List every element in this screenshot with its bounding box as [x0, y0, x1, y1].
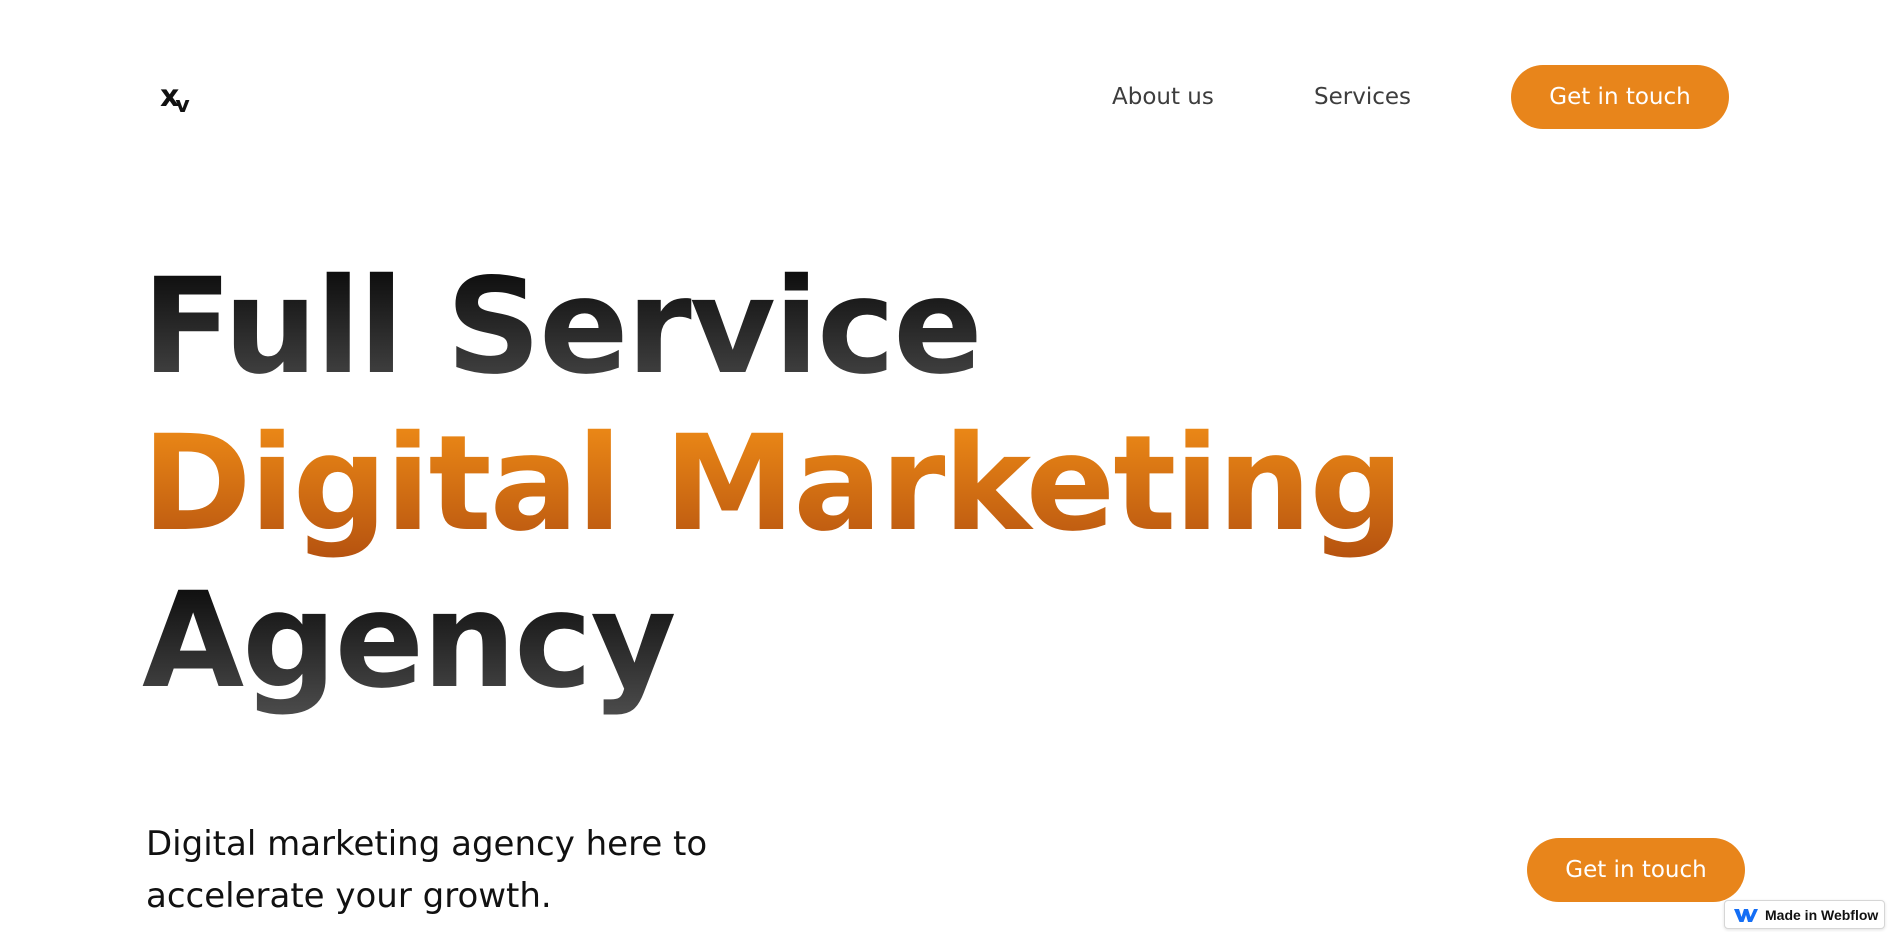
nav-link-services[interactable]: Services	[1314, 80, 1411, 114]
hero-heading-line-3: Agency	[142, 564, 676, 718]
hero-subtitle-line-2: accelerate your growth.	[146, 876, 552, 916]
brand-logo[interactable]: xv	[160, 79, 196, 119]
nav-link-about-us[interactable]: About us	[1112, 80, 1214, 114]
hero-heading-line-2: Digital Marketing	[142, 407, 1404, 561]
hero-subtitle: Digital marketing agency here to acceler…	[146, 818, 786, 922]
hero-get-in-touch-button[interactable]: Get in touch	[1527, 838, 1745, 902]
made-in-webflow-badge[interactable]: Made in Webflow	[1724, 900, 1885, 929]
hero-subtitle-line-1: Digital marketing agency here to	[146, 824, 708, 864]
nav-get-in-touch-button[interactable]: Get in touch	[1511, 65, 1729, 129]
hero-heading-line-1: Full Service	[142, 250, 983, 404]
made-in-webflow-label: Made in Webflow	[1765, 906, 1879, 923]
logo-letter-v: v	[175, 93, 189, 118]
webflow-icon	[1733, 907, 1759, 923]
logo-letter-x: x	[160, 79, 179, 114]
